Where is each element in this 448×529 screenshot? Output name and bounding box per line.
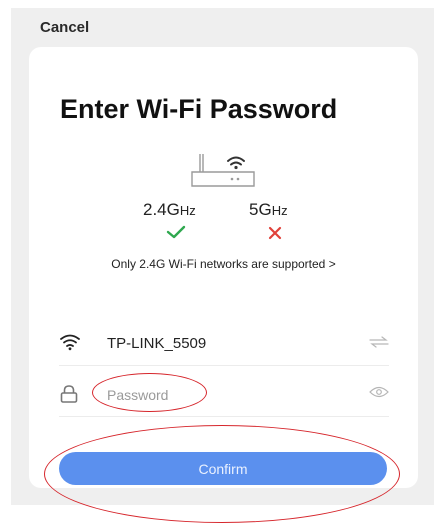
check-icon: [166, 225, 186, 239]
switch-network-icon[interactable]: [369, 335, 389, 349]
band-5g-label: 5GHz: [249, 200, 288, 219]
network-ssid: TP-LINK_5509: [107, 335, 207, 352]
band-support-note-link[interactable]: Only 2.4G Wi-Fi networks are supported >: [29, 257, 418, 271]
cross-icon: [268, 226, 282, 240]
cancel-button[interactable]: Cancel: [40, 19, 89, 36]
password-row: [59, 374, 389, 414]
router-icon: [191, 154, 255, 187]
divider: [59, 365, 389, 366]
confirm-button[interactable]: Confirm: [59, 452, 387, 485]
band-2-4g-label: 2.4GHz: [143, 200, 196, 219]
divider: [59, 416, 389, 417]
network-row[interactable]: TP-LINK_5509: [59, 323, 389, 363]
eye-icon[interactable]: [369, 386, 389, 398]
page-title: Enter Wi-Fi Password: [60, 94, 338, 124]
password-input[interactable]: [107, 385, 307, 405]
wifi-password-card: Enter Wi-Fi Password 2.4GHz 5GHz Only 2.…: [29, 47, 418, 488]
wifi-icon: [60, 334, 80, 351]
lock-icon: [60, 385, 78, 403]
